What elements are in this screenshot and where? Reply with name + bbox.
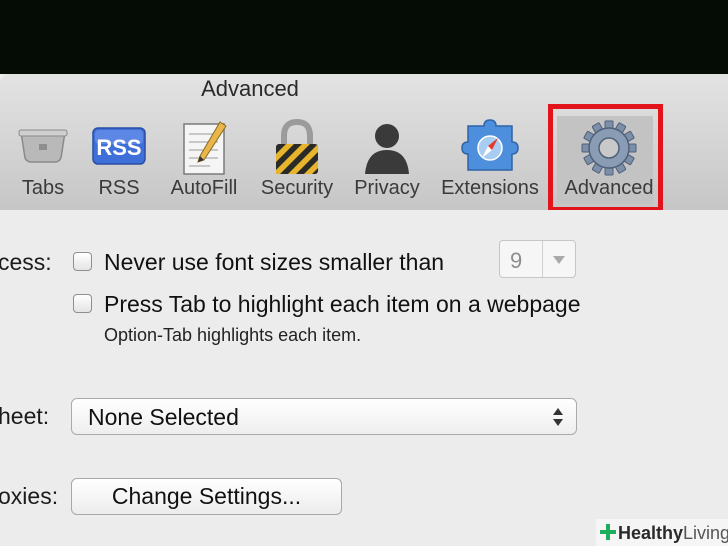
- min-font-size-value: 9: [510, 248, 523, 273]
- min-font-checkbox[interactable]: [73, 252, 92, 271]
- stylesheet-label: heet:: [0, 403, 50, 429]
- toolbar-label: Security: [260, 177, 334, 199]
- toolbar-item-autofill[interactable]: AutoFill: [163, 118, 245, 208]
- chevron-down-icon: [553, 256, 565, 264]
- rss-badge-text: RSS: [96, 135, 141, 160]
- rss-icon: RSS: [92, 127, 146, 165]
- tabs-icon: [18, 129, 68, 163]
- tab-highlight-note: Option-Tab highlights each item.: [104, 325, 362, 345]
- toolbar-item-extensions[interactable]: Extensions: [434, 118, 546, 208]
- toolbar-label: Privacy: [354, 177, 420, 199]
- toolbar-label: RSS: [98, 177, 140, 199]
- plus-leaf-icon: [600, 524, 616, 540]
- min-font-label: Never use font sizes smaller than: [104, 249, 445, 275]
- toolbar-label: AutoFill: [170, 177, 238, 199]
- healthy-living-watermark: HealthyLiving: [596, 519, 728, 546]
- toolbar-item-rss[interactable]: RSS RSS: [84, 118, 154, 208]
- accessibility-label: cess:: [0, 249, 52, 275]
- stylesheet-value: None Selected: [88, 404, 239, 430]
- tab-highlight-label: Press Tab to highlight each item on a we…: [104, 291, 581, 317]
- puzzle-compass-icon: [461, 119, 519, 171]
- autofill-icon: [183, 121, 227, 175]
- lock-icon: [276, 118, 318, 174]
- advanced-highlight-box: [548, 104, 663, 212]
- toolbar-label: Tabs: [21, 177, 65, 199]
- silhouette-icon: [365, 124, 409, 174]
- tab-highlight-checkbox[interactable]: [73, 294, 92, 313]
- window-title: Advanced: [201, 76, 299, 101]
- min-font-size-arrow: [542, 241, 575, 277]
- toolbar-label: Extensions: [441, 177, 539, 199]
- watermark-brand: Healthy: [618, 523, 684, 543]
- top-dark-bar: [0, 0, 728, 74]
- min-font-size-select[interactable]: 9: [499, 240, 576, 278]
- toolbar-item-privacy[interactable]: Privacy: [349, 118, 425, 208]
- watermark-brand-suffix: Living: [683, 523, 728, 543]
- toolbar-item-tabs[interactable]: Tabs: [8, 118, 78, 208]
- stylesheet-select[interactable]: None Selected: [71, 398, 577, 435]
- proxies-label: oxies:: [0, 483, 59, 509]
- change-settings-button[interactable]: Change Settings...: [71, 478, 342, 515]
- toolbar-item-security[interactable]: Security: [254, 118, 340, 208]
- watermark-text: HealthyLiving: [618, 523, 728, 544]
- updown-arrows-icon: [553, 408, 563, 426]
